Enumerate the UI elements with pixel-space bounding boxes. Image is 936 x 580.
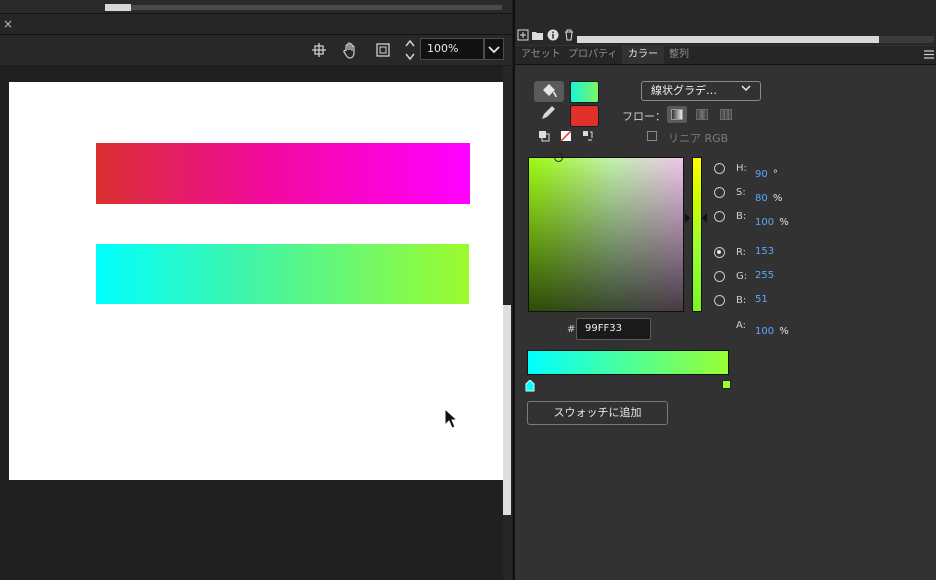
chevron-down-icon (488, 46, 500, 54)
flow-extend-button[interactable] (667, 106, 687, 123)
blue-label: B: (736, 295, 747, 306)
chevron-down-icon (740, 82, 752, 97)
tab-align[interactable]: 整列 (663, 46, 695, 64)
panel-menu-icon[interactable] (924, 49, 934, 62)
tab-assets[interactable]: アセット (515, 46, 567, 64)
picker-handle[interactable] (554, 153, 563, 162)
stage-vertical-scroll-thumb[interactable] (503, 305, 511, 515)
hue-slider-handle-left[interactable] (685, 213, 690, 223)
red-label: R: (736, 247, 747, 258)
timeline-scroll-track[interactable] (131, 5, 502, 10)
tab-color[interactable]: カラー (622, 46, 664, 64)
info-icon[interactable] (547, 29, 559, 41)
brightness-radio[interactable] (714, 211, 725, 222)
zoom-input[interactable]: 100% (420, 38, 484, 60)
panel-scroll-track[interactable] (879, 36, 934, 43)
brightness-label: B: (736, 211, 747, 222)
tab-properties[interactable]: プロパティ (562, 46, 623, 64)
stroke-color-swatch[interactable] (570, 105, 599, 127)
hue-radio[interactable] (714, 163, 725, 174)
close-icon[interactable]: × (3, 17, 13, 31)
folder-icon[interactable] (531, 29, 543, 41)
blue-radio[interactable] (714, 295, 725, 306)
panel-scroll-thumb[interactable] (577, 36, 879, 43)
saturation-brightness-picker[interactable] (528, 157, 684, 312)
saturation-label: S: (736, 187, 746, 198)
hex-input[interactable]: 99FF33 (576, 318, 651, 340)
swap-colors-icon[interactable] (582, 130, 594, 142)
saturation-unit: % (772, 193, 783, 204)
green-value[interactable]: 255 (755, 270, 774, 281)
hex-prefix: # (567, 324, 576, 335)
linear-rgb-label: リニア RGB (668, 132, 729, 145)
add-to-swatches-button[interactable]: スウォッチに追加 (527, 401, 668, 425)
document-tab-row (0, 14, 512, 35)
hue-slider-handle-right[interactable] (702, 213, 707, 223)
green-radio[interactable] (714, 271, 725, 282)
alpha-value[interactable]: 100 (755, 326, 774, 337)
cyan-green-gradient-rect[interactable] (96, 244, 469, 304)
hue-unit: ° (772, 169, 778, 180)
mouse-pointer-icon (444, 407, 459, 434)
brightness-value-group[interactable]: 100 % (755, 210, 789, 229)
flow-label: フロー： (622, 110, 666, 123)
red-radio[interactable] (714, 247, 725, 258)
alpha-unit: % (779, 326, 789, 337)
brightness-unit: % (779, 217, 789, 228)
red-value[interactable]: 153 (755, 246, 774, 257)
alpha-label: A: (736, 320, 747, 331)
blue-value[interactable]: 51 (755, 294, 768, 305)
paint-bucket-icon (543, 84, 557, 98)
gradient-ramp[interactable] (527, 350, 729, 375)
flow-repeat-button[interactable] (716, 106, 736, 123)
gradient-stop-green[interactable] (722, 380, 731, 389)
timeline-scroll-thumb[interactable] (105, 4, 131, 11)
brightness-value[interactable]: 100 (755, 217, 774, 228)
saturation-value[interactable]: 80 (755, 193, 768, 204)
gradient-stop-cyan[interactable] (525, 377, 535, 392)
trash-icon[interactable] (563, 29, 575, 41)
saturation-value-group[interactable]: 80 % (755, 186, 782, 205)
hue-value-group[interactable]: 90 ° (755, 162, 778, 181)
frame-icon[interactable] (374, 41, 392, 59)
zoom-dropdown[interactable] (484, 38, 504, 60)
zoom-stepper-icon[interactable] (404, 38, 416, 62)
no-color-icon[interactable] (560, 130, 572, 142)
pencil-icon[interactable] (540, 105, 556, 125)
hand-icon[interactable] (341, 41, 359, 59)
hue-label: H: (736, 163, 747, 174)
fill-mode-button[interactable] (534, 81, 564, 102)
default-colors-icon[interactable] (538, 130, 550, 142)
linear-rgb-checkbox[interactable] (647, 131, 657, 141)
new-layer-icon[interactable] (517, 29, 529, 41)
hue-value[interactable]: 90 (755, 169, 768, 180)
alpha-value-group[interactable]: 100 % (755, 319, 789, 338)
crosshair-icon[interactable] (310, 41, 328, 59)
saturation-radio[interactable] (714, 187, 725, 198)
fill-color-swatch[interactable] (570, 81, 599, 103)
green-label: G: (736, 271, 748, 282)
hue-slider[interactable] (692, 157, 702, 312)
red-magenta-gradient-rect[interactable] (96, 143, 470, 204)
flow-reflect-button[interactable] (692, 106, 712, 123)
